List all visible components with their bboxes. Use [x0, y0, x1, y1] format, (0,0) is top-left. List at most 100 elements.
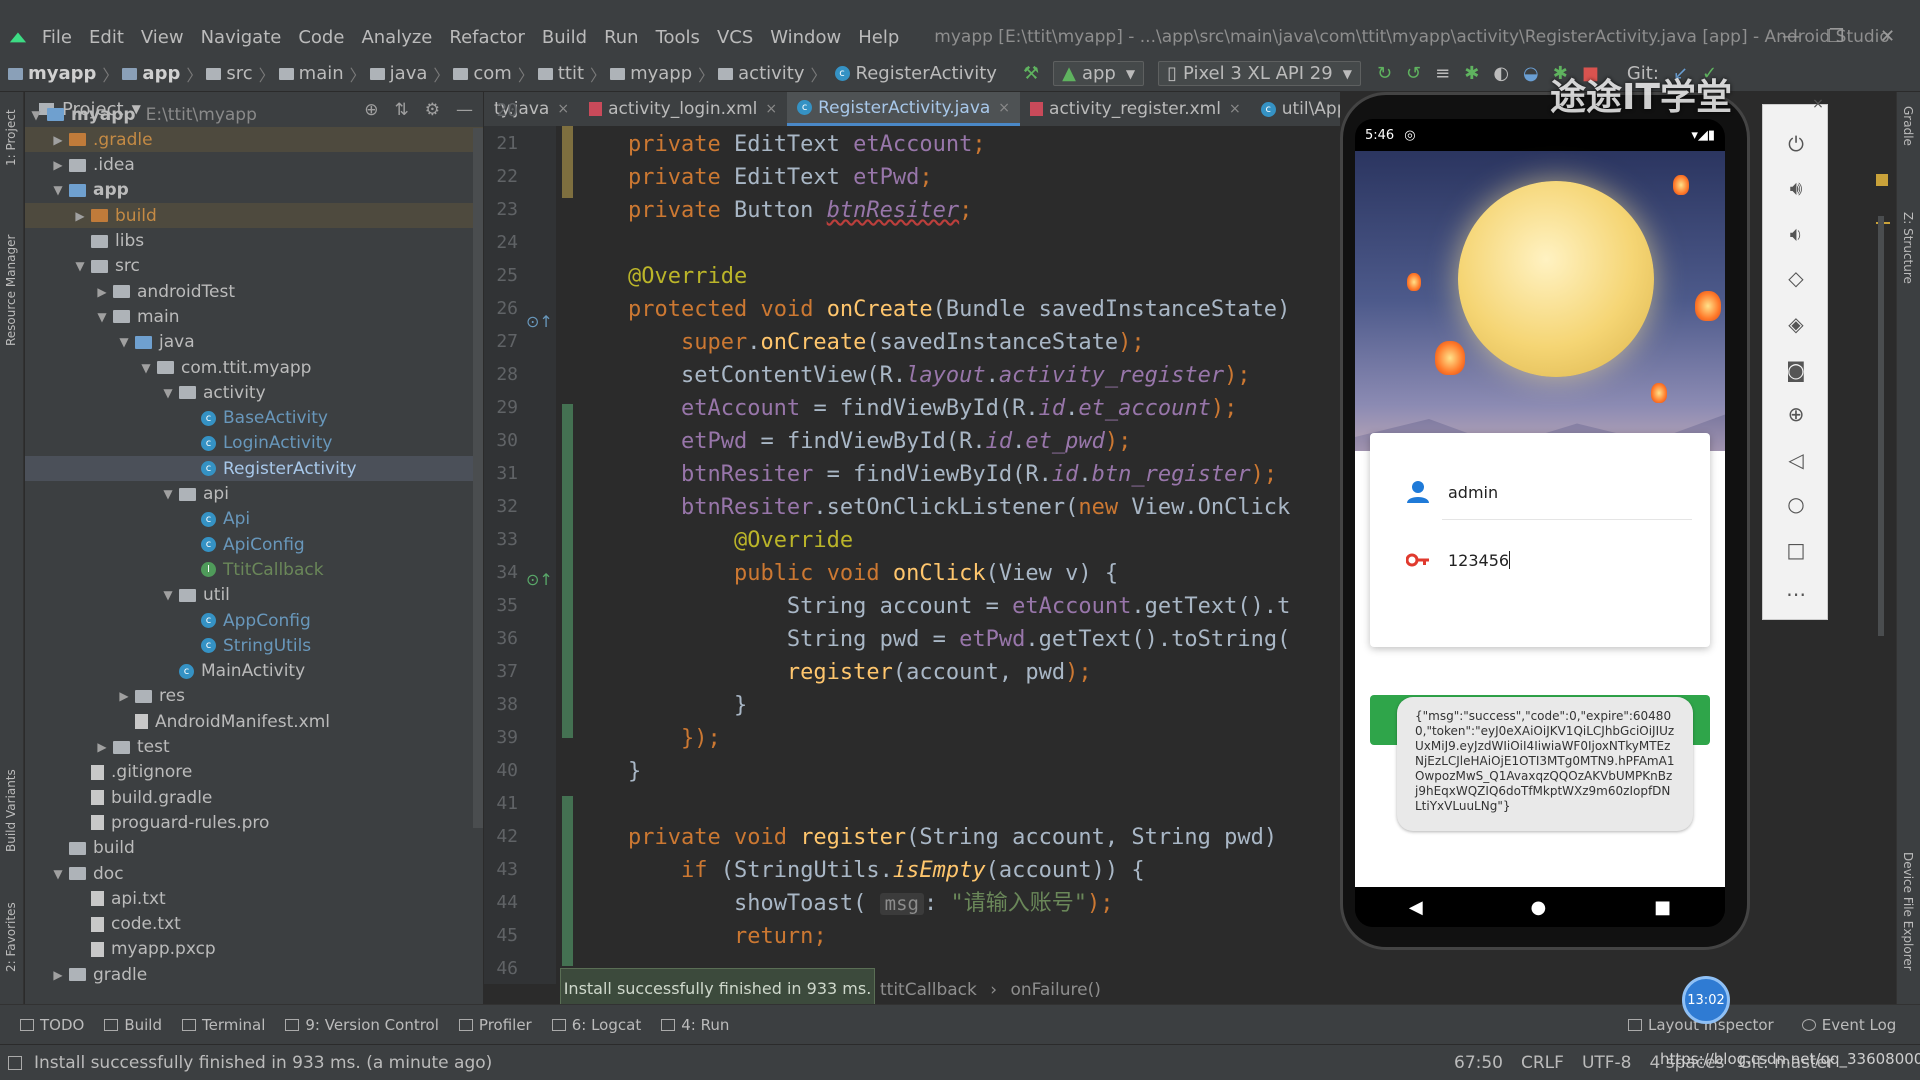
tree-item[interactable]: ▶ res: [25, 684, 483, 709]
breadcrumb-method[interactable]: onFailure(): [1010, 980, 1100, 1000]
code-line[interactable]: register(account, pwd);: [575, 656, 1092, 689]
expanded-arrow-icon[interactable]: ▼: [161, 487, 175, 501]
version-control-tab[interactable]: 9: Version Control: [285, 1016, 439, 1034]
code-line[interactable]: public void onClick(View v) {: [575, 557, 1118, 590]
back-icon[interactable]: ◀: [1409, 897, 1423, 918]
structure-tab[interactable]: Z: Structure: [1901, 212, 1915, 284]
run-config-select[interactable]: ▲ app ▼: [1053, 61, 1145, 86]
menu-item-help[interactable]: Help: [858, 27, 899, 48]
collapsed-arrow-icon[interactable]: ▶: [117, 689, 131, 703]
code-line[interactable]: protected void onCreate(Bundle savedInst…: [575, 293, 1290, 326]
menu-item-navigate[interactable]: Navigate: [201, 27, 282, 48]
close-icon[interactable]: ×: [557, 101, 569, 117]
tree-item[interactable]: c AppConfig: [25, 608, 483, 633]
tree-item[interactable]: ▼ java: [25, 330, 483, 355]
profiler-tab[interactable]: Profiler: [458, 1016, 532, 1034]
code-line[interactable]: showToast( msg: "请输入账号");: [575, 887, 1114, 920]
minimize-icon[interactable]: —: [1782, 26, 1800, 47]
breadcrumb-item[interactable]: myapp 〉: [4, 62, 118, 86]
expanded-arrow-icon[interactable]: ▼: [161, 588, 175, 602]
account-field[interactable]: admin: [1406, 477, 1691, 507]
breadcrumb-item[interactable]: app 〉: [118, 62, 202, 86]
tree-item[interactable]: ▼ main: [25, 304, 483, 329]
coverage-icon[interactable]: ≡: [1435, 63, 1450, 84]
home-icon[interactable]: ○: [1781, 489, 1811, 519]
breadcrumb-item[interactable]: main 〉: [275, 62, 366, 86]
code-line[interactable]: }: [575, 755, 641, 788]
code-line[interactable]: String pwd = etPwd.getText().toString(: [575, 623, 1290, 656]
menu-item-edit[interactable]: Edit: [89, 27, 124, 48]
tree-item[interactable]: AndroidManifest.xml: [25, 709, 483, 734]
menu-item-window[interactable]: Window: [770, 27, 841, 48]
file-encoding[interactable]: UTF-8: [1582, 1053, 1632, 1073]
favorites-tab[interactable]: 2: Favorites: [4, 902, 18, 972]
rotate-right-icon[interactable]: ◈: [1781, 309, 1811, 339]
implement-gutter-icon[interactable]: ⊙↑: [526, 570, 553, 589]
breadcrumb-item[interactable]: src 〉: [202, 62, 275, 86]
code-line[interactable]: private Button btnResiter;: [575, 194, 972, 227]
tree-item[interactable]: code.txt: [25, 912, 483, 937]
apply-code-changes-icon[interactable]: ↺: [1406, 63, 1421, 84]
logcat-tab[interactable]: 6: Logcat: [551, 1016, 641, 1034]
device-file-explorer-tab[interactable]: Device File Explorer: [1901, 852, 1915, 971]
close-icon[interactable]: ×: [998, 100, 1010, 116]
collapsed-arrow-icon[interactable]: ▶: [51, 133, 65, 147]
attach-debugger-icon[interactable]: ◒: [1523, 63, 1539, 84]
breadcrumb-item[interactable]: com 〉: [449, 62, 534, 86]
tree-item[interactable]: ▼ app: [25, 178, 483, 203]
code-line[interactable]: return;: [575, 920, 827, 953]
tree-item[interactable]: ▼ activity: [25, 380, 483, 405]
breadcrumb-item[interactable]: java 〉: [366, 62, 449, 86]
tree-item[interactable]: build: [25, 836, 483, 861]
tree-item[interactable]: c MainActivity: [25, 659, 483, 684]
tree-item[interactable]: c StringUtils: [25, 633, 483, 658]
close-icon[interactable]: ×: [1229, 101, 1241, 117]
tree-item[interactable]: ▶ .idea: [25, 153, 483, 178]
gradle-tab[interactable]: Gradle: [1901, 106, 1915, 146]
tree-item[interactable]: .gitignore: [25, 760, 483, 785]
expanded-arrow-icon[interactable]: ▼: [51, 867, 65, 881]
tree-item[interactable]: ▶ .gradle: [25, 127, 483, 153]
build-tab[interactable]: Build: [104, 1016, 162, 1034]
password-field[interactable]: 123456: [1406, 545, 1691, 575]
code-line[interactable]: @Override: [575, 260, 747, 293]
code-line[interactable]: setContentView(R.layout.activity_registe…: [575, 359, 1251, 392]
menu-item-analyze[interactable]: Analyze: [361, 27, 432, 48]
tree-item[interactable]: api.txt: [25, 886, 483, 911]
editor-tab[interactable]: activity_login.xml ×: [579, 92, 787, 126]
tree-item[interactable]: c LoginActivity: [25, 431, 483, 456]
code-line[interactable]: etPwd = findViewById(R.id.et_pwd);: [575, 425, 1131, 458]
expanded-arrow-icon[interactable]: ▼: [117, 335, 131, 349]
caret-position[interactable]: 67:50: [1454, 1053, 1503, 1073]
code-line[interactable]: String account = etAccount.getText().t: [575, 590, 1290, 623]
event-log-tab[interactable]: Event Log: [1801, 1016, 1896, 1034]
more-icon[interactable]: ⋯: [1781, 579, 1811, 609]
tree-item[interactable]: ▼ util: [25, 583, 483, 608]
recents-icon[interactable]: ■: [1654, 897, 1671, 918]
breadcrumb-item[interactable]: ttit 〉: [534, 62, 606, 86]
todo-tab[interactable]: TODO: [20, 1016, 84, 1034]
menu-item-file[interactable]: File: [42, 27, 72, 48]
zoom-icon[interactable]: ⊕: [1781, 399, 1811, 429]
expanded-arrow-icon[interactable]: ▼: [139, 361, 153, 375]
code-line[interactable]: private EditText etPwd;: [575, 161, 933, 194]
build-hammer-icon[interactable]: ⚒: [1023, 63, 1039, 84]
code-line[interactable]: });: [575, 722, 721, 755]
collapsed-arrow-icon[interactable]: ▶: [95, 285, 109, 299]
tree-item[interactable]: proguard-rules.pro: [25, 810, 483, 835]
code-editor[interactable]: private EditText etAccount; private Edit…: [575, 126, 1340, 984]
expanded-arrow-icon[interactable]: ▼: [95, 310, 109, 324]
collapsed-arrow-icon[interactable]: ▶: [95, 740, 109, 754]
expanded-arrow-icon[interactable]: ▼: [73, 259, 87, 273]
tree-item[interactable]: myapp.pxcp: [25, 937, 483, 962]
code-line[interactable]: private EditText etAccount;: [575, 128, 986, 161]
tree-item[interactable]: c ApiConfig: [25, 532, 483, 557]
profile-icon[interactable]: ◐: [1493, 63, 1509, 84]
password-input[interactable]: 123456: [1448, 551, 1509, 570]
menu-item-tools[interactable]: Tools: [656, 27, 700, 48]
back-icon[interactable]: ◁: [1781, 445, 1811, 475]
account-input[interactable]: admin: [1448, 483, 1498, 502]
expanded-arrow-icon[interactable]: ▼: [29, 108, 43, 122]
override-gutter-icon[interactable]: ⊙↑: [526, 312, 553, 331]
menu-item-code[interactable]: Code: [298, 27, 344, 48]
